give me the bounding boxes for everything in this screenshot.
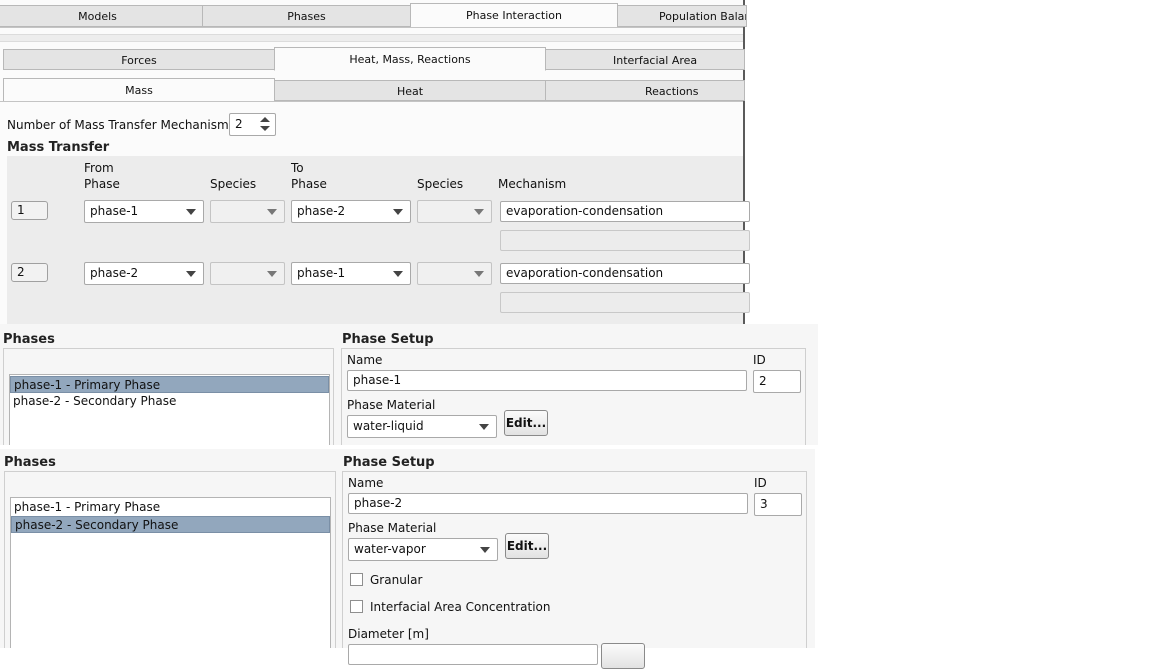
row-2-number: 2 [11,263,48,282]
chevron-down-icon [186,209,196,215]
tab-heat-mass-reactions[interactable]: Heat, Mass, Reactions [274,47,546,71]
chevron-down-icon [267,271,277,277]
id-label: ID [754,476,767,490]
list-item-phase-2[interactable]: phase-2 - Secondary Phase [11,516,330,533]
phase-setup-title: Phase Setup [342,332,434,347]
name-input[interactable]: phase-1 [347,370,747,391]
row-2-to-phase-select[interactable]: phase-1 [291,262,411,285]
row-1-number: 1 [11,201,48,220]
header-to-1: To [291,161,304,175]
row-1-to-phase-value: phase-2 [297,204,346,218]
granular-checkbox[interactable] [350,573,363,586]
tab-bar-divider [0,27,743,28]
row-1-from-phase-select[interactable]: phase-1 [84,200,204,223]
edit-material-button[interactable]: Edit... [505,533,549,559]
tab-divider [0,101,743,102]
mass-transfer-title: Mass Transfer [7,140,110,155]
mechanisms-label: Number of Mass Transfer Mechanisms [7,118,235,132]
material-select[interactable]: water-vapor [348,538,498,561]
id-input[interactable]: 2 [753,370,801,393]
list-item-phase-1[interactable]: phase-1 - Primary Phase [11,499,330,516]
row-1-to-species-select[interactable] [417,200,492,223]
row-2-from-phase-value: phase-2 [90,266,139,280]
list-item-phase-2[interactable]: phase-2 - Secondary Phase [10,393,329,410]
row-2-mechanism-options[interactable] [500,292,750,313]
row-1-mechanism-options[interactable] [500,230,750,251]
phases-panel-secondary: Phases phase-1 - Primary Phase phase-2 -… [0,449,815,669]
tab-models[interactable]: Models [0,5,203,27]
header-to-2: Phase [291,177,327,191]
phase-setup-title: Phase Setup [343,455,435,470]
chevron-down-icon [474,209,484,215]
id-label: ID [753,353,766,367]
row-2-from-phase-select[interactable]: phase-2 [84,262,204,285]
tab-interfacial-area[interactable]: Interfacial Area [545,49,745,70]
toolbar-strip [0,34,743,42]
row-2-to-phase-value: phase-1 [297,266,346,280]
mechanisms-spinner[interactable]: 2 [229,113,276,136]
chevron-down-icon [186,271,196,277]
diameter-input[interactable] [348,644,598,665]
header-species-to: Species [417,177,464,191]
chevron-down-icon [393,209,403,215]
header-species-from: Species [210,177,257,191]
row-1-from-species-select[interactable] [210,200,285,223]
list-item-phase-1[interactable]: phase-1 - Primary Phase [10,376,329,393]
material-label: Phase Material [348,521,437,535]
row-2-mechanism-field[interactable]: evaporation-condensation [500,263,750,284]
material-value: water-vapor [354,542,426,556]
name-label: Name [347,353,383,367]
tab-phase-interaction[interactable]: Phase Interaction [410,3,618,28]
tab-population-balance[interactable]: Population Balance [617,5,747,27]
material-value: water-liquid [353,419,424,433]
name-input[interactable]: phase-2 [348,493,748,514]
phases-title: Phases [4,455,56,470]
name-label: Name [348,476,384,490]
iac-checkbox[interactable] [350,600,363,613]
tab-forces[interactable]: Forces [3,49,275,70]
row-1-mechanism-field[interactable]: evaporation-condensation [500,201,750,222]
mass-transfer-table: From Phase Species To Phase Species Mech… [7,156,750,324]
row-2-from-species-select[interactable] [210,262,285,285]
chevron-down-icon [480,547,490,553]
header-from-2: Phase [84,177,120,191]
row-1-to-phase-select[interactable]: phase-2 [291,200,411,223]
edit-material-button[interactable]: Edit... [504,410,548,436]
tab-phases[interactable]: Phases [202,5,411,27]
chevron-down-icon [479,424,489,430]
spin-up-icon[interactable] [260,117,270,122]
chevron-down-icon [267,209,277,215]
phases-panel-primary: Phases phase-1 - Primary Phase phase-2 -… [0,324,818,445]
diameter-label: Diameter [m] [348,627,429,641]
mechanisms-value: 2 [235,117,243,131]
phases-title: Phases [3,332,55,347]
phase-interaction-panel: Models Phases Phase Interaction Populati… [0,0,750,324]
diameter-options-button[interactable] [601,643,645,669]
granular-label: Granular [370,573,423,587]
header-mechanism: Mechanism [498,177,567,191]
header-from-1: From [84,161,114,175]
material-select[interactable]: water-liquid [347,415,497,438]
tab-mass[interactable]: Mass [3,78,275,102]
id-input[interactable]: 3 [754,493,802,516]
iac-label: Interfacial Area Concentration [370,600,551,614]
chevron-down-icon [393,271,403,277]
phases-list[interactable]: phase-1 - Primary Phase phase-2 - Second… [10,497,331,648]
row-1-from-phase-value: phase-1 [90,204,139,218]
row-2-to-species-select[interactable] [417,262,492,285]
tab-heat[interactable]: Heat [274,80,546,101]
phases-list[interactable]: phase-1 - Primary Phase phase-2 - Second… [9,374,330,445]
material-label: Phase Material [347,398,436,412]
spin-down-icon[interactable] [260,126,270,131]
tab-reactions[interactable]: Reactions [545,80,745,101]
chevron-down-icon [474,271,484,277]
